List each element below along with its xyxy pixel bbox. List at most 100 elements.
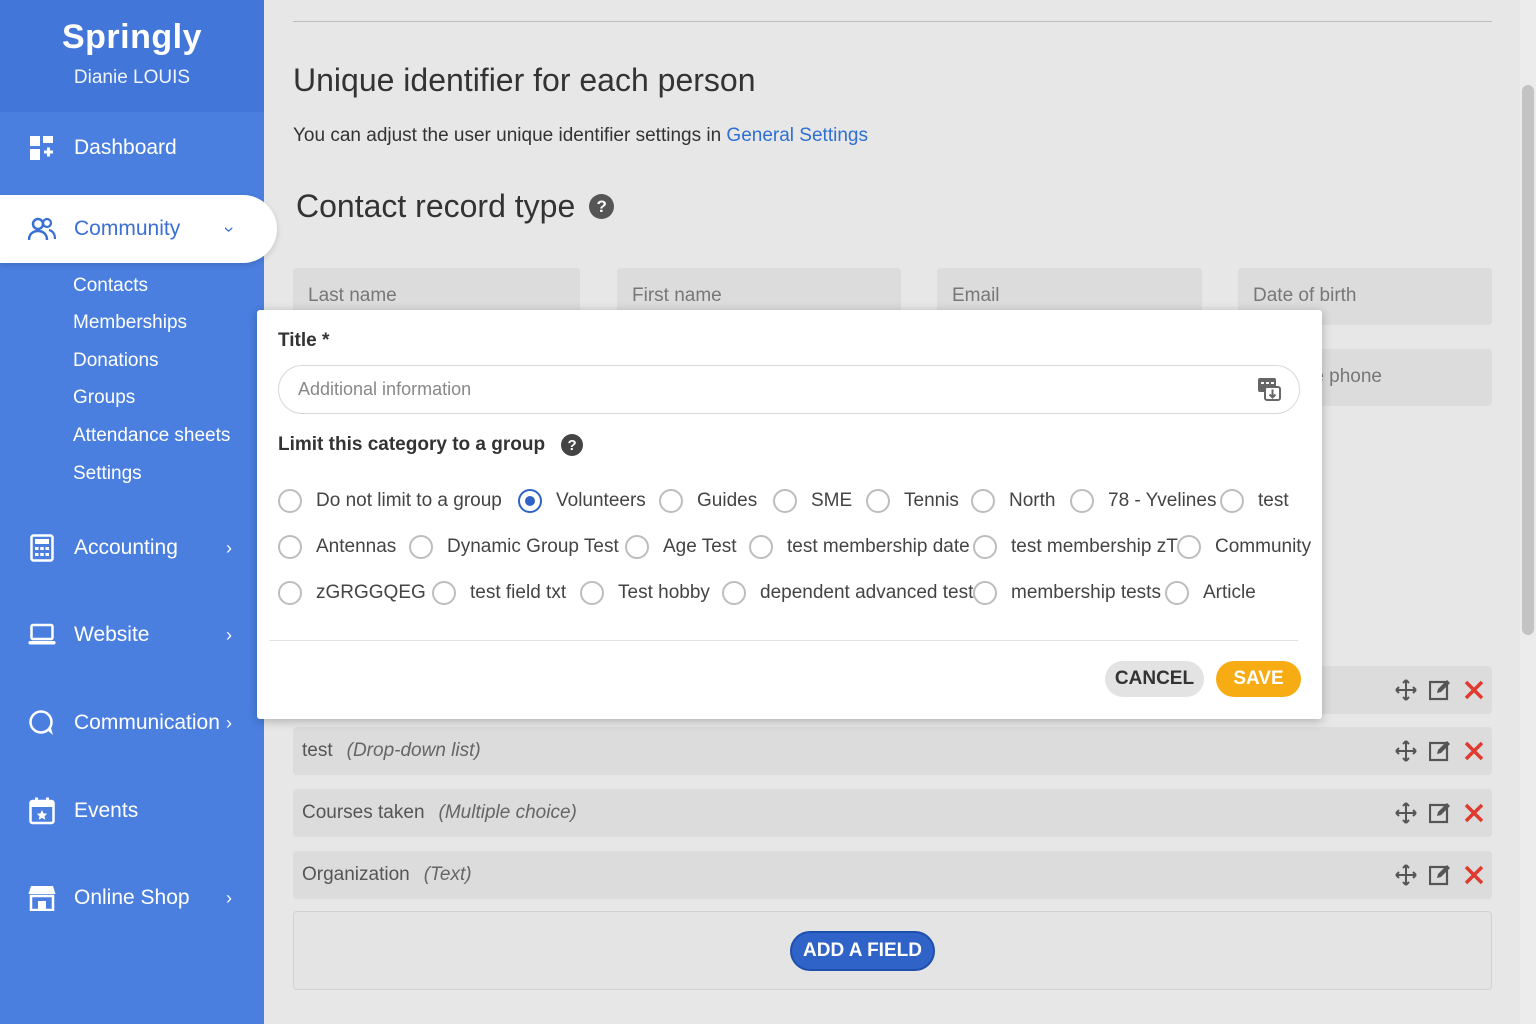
contact-record-type-heading: Contact record type ? — [296, 188, 615, 225]
chevron-right-icon: › — [226, 624, 232, 645]
field-row[interactable]: Organization (Text) — [293, 851, 1492, 899]
limit-group-label: Limit this category to a group — [278, 434, 546, 455]
sidebar-item-groups[interactable]: Groups — [73, 387, 135, 409]
radio-circle[interactable] — [1177, 535, 1201, 559]
radio-volunteers[interactable]: Volunteers — [518, 489, 646, 513]
move-icon[interactable] — [1394, 863, 1418, 887]
radio-guides[interactable]: Guides — [659, 489, 757, 513]
radio-circle[interactable] — [1220, 489, 1244, 513]
radio-antennas[interactable]: Antennas — [278, 535, 396, 559]
radio-78-yvelines[interactable]: 78 - Yvelines — [1070, 489, 1216, 513]
radio-circle[interactable] — [773, 489, 797, 513]
cancel-button[interactable]: CANCEL — [1105, 661, 1204, 697]
radio-circle[interactable] — [973, 581, 997, 605]
nav-online-shop[interactable]: Online Shop › — [0, 868, 264, 928]
radio-circle[interactable] — [659, 489, 683, 513]
current-user-name[interactable]: Dianie LOUIS — [0, 67, 264, 89]
radio-circle[interactable] — [518, 489, 542, 513]
row-actions — [1394, 801, 1486, 825]
help-icon[interactable]: ? — [589, 194, 615, 219]
radio-circle[interactable] — [973, 535, 997, 559]
page-scrollbar[interactable] — [1520, 0, 1536, 1024]
nav-events[interactable]: Events — [0, 781, 264, 841]
field-row-type: (Drop-down list) — [346, 740, 481, 761]
radio-do-not-limit[interactable]: Do not limit to a group — [278, 489, 502, 513]
radio-label: Antennas — [316, 536, 397, 557]
radio-tennis[interactable]: Tennis — [866, 489, 959, 513]
move-icon[interactable] — [1394, 801, 1418, 825]
adjust-text: You can adjust the user unique identifie… — [293, 125, 727, 146]
radio-zgrggqeg[interactable]: zGRGGQEG — [278, 581, 426, 605]
nav-accounting[interactable]: Accounting › — [0, 518, 264, 578]
radio-circle[interactable] — [625, 535, 649, 559]
move-icon[interactable] — [1394, 678, 1418, 702]
radio-test-membership-date[interactable]: test membership date — [749, 535, 970, 559]
radio-circle[interactable] — [432, 581, 456, 605]
sidebar: Springly Dianie LOUIS Dashboard Communit… — [0, 0, 277, 1024]
sidebar-item-donations[interactable]: Donations — [73, 350, 159, 372]
radio-label: Guides — [697, 490, 758, 511]
edit-icon[interactable] — [1428, 801, 1452, 825]
unique-identifier-description: You can adjust the user unique identifie… — [293, 125, 868, 147]
help-icon[interactable]: ? — [561, 434, 584, 456]
radio-circle[interactable] — [1070, 489, 1094, 513]
radio-north[interactable]: North — [971, 489, 1055, 513]
radio-circle[interactable] — [409, 535, 433, 559]
radio-circle[interactable] — [866, 489, 890, 513]
radio-circle[interactable] — [278, 535, 302, 559]
store-icon — [28, 884, 56, 912]
radio-test[interactable]: test — [1220, 489, 1289, 513]
radio-circle[interactable] — [278, 489, 302, 513]
delete-icon[interactable] — [1462, 739, 1486, 763]
radio-circle[interactable] — [971, 489, 995, 513]
move-icon[interactable] — [1394, 739, 1418, 763]
nav-website[interactable]: Website › — [0, 605, 264, 665]
nav-community[interactable]: Community › — [0, 195, 277, 263]
sidebar-item-attendance-sheets[interactable]: Attendance sheets — [73, 425, 230, 447]
translate-icon[interactable] — [1257, 377, 1281, 401]
radio-dependent-advanced-test[interactable]: dependent advanced test — [722, 581, 973, 605]
add-field-button[interactable]: ADD A FIELD — [790, 931, 935, 971]
edit-icon[interactable] — [1428, 678, 1452, 702]
save-button[interactable]: SAVE — [1216, 661, 1301, 697]
radio-circle[interactable] — [749, 535, 773, 559]
field-row-name: test — [302, 740, 333, 761]
radio-circle[interactable] — [278, 581, 302, 605]
radio-article[interactable]: Article — [1165, 581, 1256, 605]
radio-sme[interactable]: SME — [773, 489, 852, 513]
radio-test-hobby[interactable]: Test hobby — [580, 581, 710, 605]
sidebar-item-settings[interactable]: Settings — [73, 463, 142, 485]
edit-icon[interactable] — [1428, 863, 1452, 887]
radio-community[interactable]: Community — [1177, 535, 1311, 559]
nav-dashboard[interactable]: Dashboard — [0, 118, 264, 178]
radio-label: Do not limit to a group — [316, 490, 502, 511]
general-settings-link[interactable]: General Settings — [726, 125, 868, 146]
sidebar-item-contacts[interactable]: Contacts — [73, 275, 148, 297]
delete-icon[interactable] — [1462, 863, 1486, 887]
radio-circle[interactable] — [722, 581, 746, 605]
sidebar-item-memberships[interactable]: Memberships — [73, 312, 187, 334]
field-row[interactable]: test (Drop-down list) — [293, 727, 1492, 775]
radio-label: Article — [1203, 582, 1256, 603]
limit-group-heading: Limit this category to a group ? — [278, 434, 584, 456]
title-input[interactable] — [278, 365, 1300, 414]
chevron-right-icon: › — [226, 537, 232, 558]
edit-icon[interactable] — [1428, 739, 1452, 763]
radio-dynamic-group-test[interactable]: Dynamic Group Test — [409, 535, 619, 559]
radio-membership-tests[interactable]: membership tests — [973, 581, 1161, 605]
radio-circle[interactable] — [580, 581, 604, 605]
delete-icon[interactable] — [1462, 801, 1486, 825]
radio-test-membership-zt[interactable]: test membership zT — [973, 535, 1178, 559]
field-row[interactable]: Courses taken (Multiple choice) — [293, 789, 1492, 837]
field-row-name: Courses taken — [302, 802, 425, 823]
delete-icon[interactable] — [1462, 678, 1486, 702]
radio-test-field-txt[interactable]: test field txt — [432, 581, 566, 605]
calendar-icon — [28, 797, 56, 825]
radio-circle[interactable] — [1165, 581, 1189, 605]
radio-age-test[interactable]: Age Test — [625, 535, 737, 559]
scrollbar-thumb[interactable] — [1522, 85, 1534, 635]
unique-identifier-heading: Unique identifier for each person — [293, 62, 756, 98]
contact-record-type-title: Contact record type — [296, 188, 576, 224]
nav-communication[interactable]: Communication › — [0, 693, 264, 753]
brand-logo[interactable]: Springly — [0, 18, 264, 57]
